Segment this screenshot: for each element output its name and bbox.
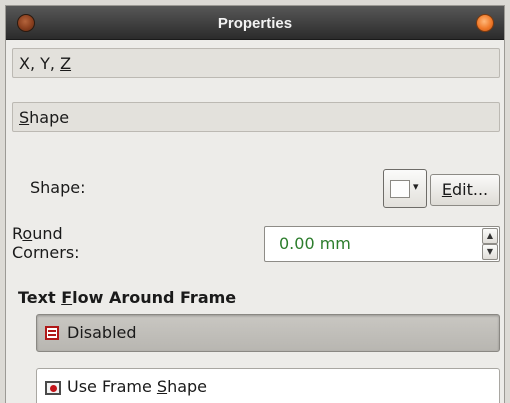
- round-label-line2: Corners:: [12, 243, 80, 262]
- chevron-up-icon[interactable]: ▲: [482, 228, 498, 244]
- text-flow-heading: Text Flow Around Frame: [18, 288, 236, 307]
- shape-label: Shape:: [30, 178, 86, 197]
- text-flow-disabled-icon: [45, 326, 59, 340]
- text-flow-frame-shape-button[interactable]: Use Frame Shape: [36, 368, 500, 403]
- shape-preview-icon: [390, 180, 410, 198]
- title-bar[interactable]: Properties: [6, 6, 504, 40]
- text-flow-frame-shape-label-post: hape: [167, 377, 208, 396]
- round-label-key: o: [22, 224, 33, 243]
- edit-shape-button[interactable]: Edit...: [430, 174, 500, 206]
- round-corners-value[interactable]: 0.00 mm: [279, 227, 351, 261]
- section-xyz-label-key: Z: [60, 54, 72, 73]
- section-xyz-header[interactable]: X, Y, Z: [12, 48, 500, 78]
- window-close-icon[interactable]: [476, 14, 494, 32]
- text-flow-heading-key: F: [61, 288, 73, 307]
- edit-label-post: dit...: [451, 180, 489, 199]
- text-flow-disabled-label: Disabled: [67, 323, 137, 342]
- round-corners-spinbox[interactable]: 0.00 mm ▲ ▼: [264, 226, 500, 262]
- round-label-post: und: [32, 224, 63, 243]
- section-shape-label-key: S: [19, 108, 30, 127]
- properties-window: Properties X, Y, Z Shape Shape: ▾ Edit..…: [5, 5, 505, 403]
- text-flow-frame-shape-label-key: S: [156, 377, 168, 396]
- text-flow-heading-post: low Around Frame: [72, 288, 237, 307]
- text-flow-disabled-button[interactable]: Disabled: [36, 314, 500, 352]
- edit-label-key: E: [441, 180, 452, 199]
- text-flow-frame-shape-label-pre: Use Frame: [67, 377, 157, 396]
- section-shape-header[interactable]: Shape: [12, 102, 500, 132]
- chevron-down-icon[interactable]: ▼: [482, 244, 498, 260]
- round-label-pre: R: [12, 224, 23, 243]
- window-title: Properties: [217, 15, 293, 32]
- shape-select[interactable]: ▾: [383, 169, 427, 208]
- section-shape-label-post: hape: [29, 108, 70, 127]
- round-corners-label: Round Corners:: [12, 224, 122, 262]
- text-flow-heading-pre: Text: [18, 288, 62, 307]
- text-flow-frame-shape-icon: [45, 381, 61, 395]
- chevron-down-icon: ▾: [413, 180, 419, 193]
- section-xyz-label-pre: X, Y,: [19, 54, 61, 73]
